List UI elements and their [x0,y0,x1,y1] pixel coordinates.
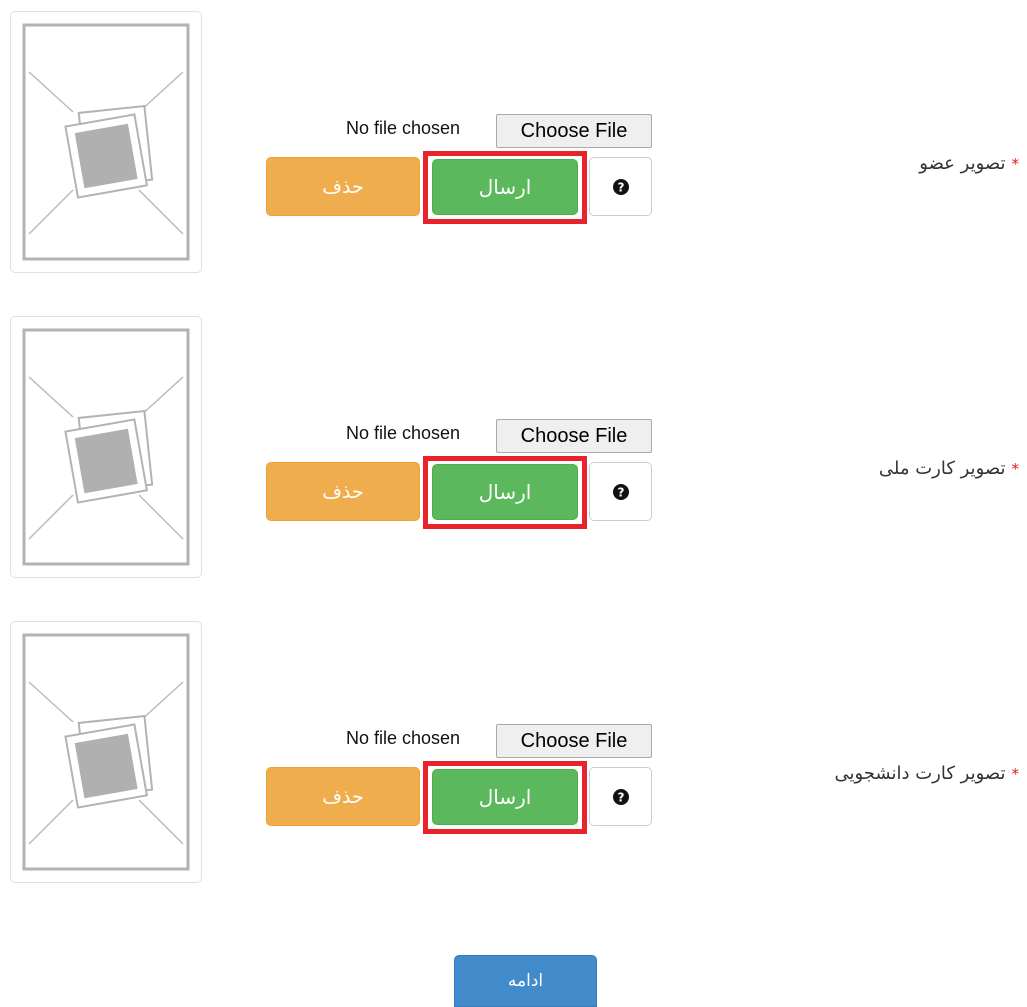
required-asterisk: * [1011,154,1020,173]
question-circle-icon: ? [612,483,629,500]
file-status-text: No file chosen [346,118,461,138]
svg-text:?: ? [617,485,624,499]
image-placeholder [10,11,202,273]
send-button[interactable]: ارسال [432,769,578,825]
svg-text:?: ? [617,180,624,194]
question-circle-icon: ? [612,788,629,805]
choose-file-button[interactable]: Choose File [496,114,652,148]
question-circle-icon: ? [612,178,629,195]
choose-file-button[interactable]: Choose File [496,419,652,453]
field-label: تصویر کارت دانشجویی * [834,763,1019,784]
send-button[interactable]: ارسال [432,159,578,215]
file-status-text: No file chosen [346,728,461,748]
required-asterisk: * [1011,764,1020,783]
svg-text:?: ? [617,790,624,804]
image-placeholder-icon [22,328,190,566]
image-placeholder [10,621,202,883]
required-asterisk: * [1011,459,1020,478]
field-label-text: تصویر کارت ملی [878,458,1006,479]
send-button[interactable]: ارسال [432,464,578,520]
upload-row-student-card: No file chosen Choose File حذف ارسال ? ت… [0,620,1027,886]
choose-file-button[interactable]: Choose File [496,724,652,758]
field-label: تصویر عضو * [919,153,1019,174]
image-placeholder-icon [22,633,190,871]
field-label-text: تصویر عضو [919,153,1006,174]
delete-button[interactable]: حذف [266,462,420,521]
image-placeholder-icon [22,23,190,261]
delete-button[interactable]: حذف [266,767,420,826]
delete-button[interactable]: حذف [266,157,420,216]
field-label: تصویر کارت ملی * [879,458,1019,479]
upload-row-member-photo: No file chosen Choose File حذف ارسال ? ت… [0,10,1027,276]
field-label-text: تصویر کارت دانشجویی [834,763,1006,784]
help-button[interactable]: ? [589,157,652,216]
upload-row-national-card: No file chosen Choose File حذف ارسال ? ت… [0,315,1027,581]
help-button[interactable]: ? [589,767,652,826]
continue-button[interactable]: ادامه [454,955,597,1007]
file-status-text: No file chosen [346,423,461,443]
image-placeholder [10,316,202,578]
help-button[interactable]: ? [589,462,652,521]
